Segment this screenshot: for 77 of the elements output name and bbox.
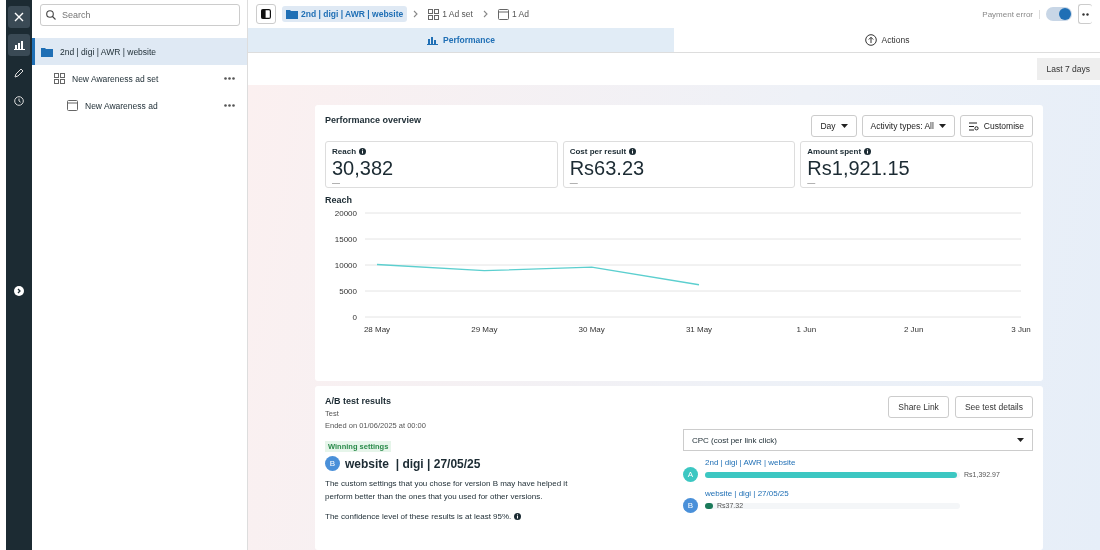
chevron-icon — [482, 10, 488, 18]
version-link[interactable]: website | digi | 27/05/25 — [705, 489, 1033, 498]
y-tick-label: 10000 — [334, 261, 357, 270]
bar-chart-icon — [427, 35, 438, 45]
info-icon — [629, 148, 637, 155]
chart-title: Reach — [325, 195, 353, 205]
info-icon — [359, 148, 366, 155]
metric-change: — — [807, 179, 817, 187]
x-tick-label: 29 May — [471, 325, 498, 334]
bar-chart-icon[interactable] — [8, 34, 30, 56]
x-tick-label: 31 May — [685, 325, 713, 334]
grid-icon — [54, 73, 65, 84]
more-icon[interactable] — [224, 104, 235, 107]
search-icon — [46, 10, 56, 20]
more-icon[interactable] — [224, 77, 235, 80]
dropdown[interactable]: Day — [811, 115, 857, 137]
x-tick-label: 30 May — [578, 325, 605, 334]
sliders-icon — [968, 121, 979, 131]
upload-icon — [864, 34, 877, 46]
window-icon — [497, 8, 509, 20]
tree-item[interactable]: New Awareness ad — [32, 92, 247, 119]
action-button[interactable]: See test details — [954, 396, 1033, 418]
y-tick-label: 5000 — [339, 287, 357, 296]
x-tick-label: 28 May — [363, 325, 391, 334]
metric-value: 30,382 — [332, 157, 395, 179]
close-icon[interactable] — [8, 6, 30, 28]
metric-label: Cost per result — [569, 147, 627, 156]
winner-name: website | digi | 27/05/25 — [345, 456, 481, 471]
metric-label: Amount spent — [807, 147, 862, 156]
version-link[interactable]: 2nd | digi | AWR | website — [705, 458, 1033, 467]
breadcrumb-item[interactable]: 1 Ad set — [424, 5, 477, 23]
version-avatar: B — [683, 498, 698, 513]
chevron-icon — [413, 10, 419, 18]
x-tick-label: 1 Jun — [796, 325, 817, 334]
search-field[interactable]: Search — [40, 4, 240, 26]
metric-value: Rs63.23 — [569, 157, 646, 179]
y-tick-label: 0 — [352, 313, 357, 322]
version-avatar: A — [683, 467, 698, 482]
metric-label: Reach — [332, 147, 356, 156]
action-button[interactable]: Share Link — [888, 396, 949, 418]
info-icon — [514, 513, 522, 520]
tab[interactable]: Performance — [248, 28, 674, 52]
y-tick-label: 15000 — [334, 235, 357, 244]
y-tick-label: 20000 — [334, 209, 357, 218]
toggle-switch[interactable] — [1046, 7, 1072, 21]
tree-item[interactable]: New Awareness ad set — [32, 65, 247, 92]
expand-icon[interactable] — [14, 286, 24, 296]
breadcrumb-item[interactable]: 2nd | digi | AWR | website — [282, 6, 408, 22]
metric-change: — — [569, 179, 579, 187]
card-title: Performance overview — [325, 115, 422, 125]
breadcrumb-item[interactable]: 1 Ad — [493, 5, 533, 23]
caret-icon — [1017, 438, 1024, 442]
metric-dropdown[interactable]: CPC (cost per link click) — [683, 429, 1033, 451]
tree-item[interactable]: 2nd | digi | AWR | website — [32, 38, 247, 65]
panel-toggle-icon[interactable] — [256, 4, 276, 24]
tab[interactable]: Actions — [674, 28, 1100, 52]
status-label: Payment error — [982, 9, 1040, 19]
dropdown[interactable]: Activity types: All — [861, 115, 955, 137]
version-avatar: B — [325, 456, 340, 471]
customise-button[interactable]: Customise — [959, 115, 1033, 137]
metric-value: Rs1,921.15 — [807, 157, 911, 179]
x-tick-label: 3 Jun — [1011, 325, 1031, 334]
date-range-button[interactable]: Last 7 days — [1036, 58, 1100, 80]
folder-icon — [286, 9, 298, 19]
confidence-text: The confidence level of these results is at least 95%. — [325, 512, 512, 521]
info-icon — [864, 148, 872, 155]
metric-change: — — [332, 179, 341, 187]
x-tick-label: 2 Jun — [903, 325, 924, 334]
more-icon — [1082, 12, 1090, 16]
caret-icon — [938, 124, 946, 128]
description: The custom settings that you chose for version B may have helped it perform better than the ones that you used for other versions. — [325, 478, 569, 503]
more-button[interactable] — [1078, 4, 1092, 24]
card-title: A/B test results — [325, 396, 393, 406]
window-icon — [67, 100, 78, 111]
grid-icon — [428, 8, 440, 20]
folder-icon — [41, 46, 53, 57]
caret-icon — [840, 124, 848, 128]
